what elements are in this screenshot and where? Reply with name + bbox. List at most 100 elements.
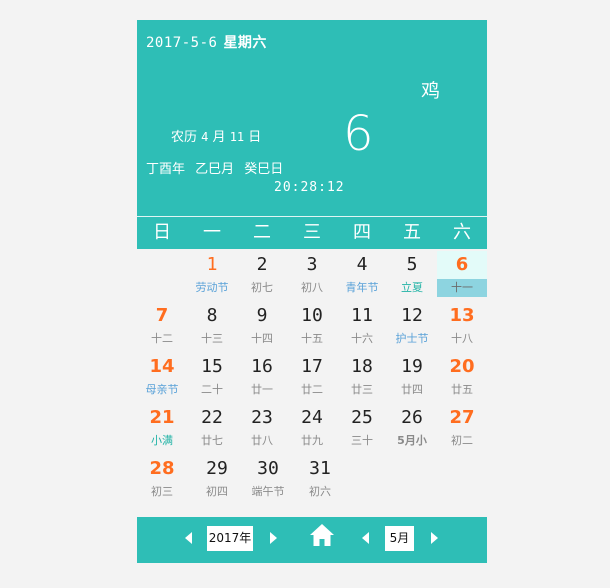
day-lunar: 廿五 <box>451 383 473 396</box>
day-number: 29 <box>206 458 228 479</box>
day-cell[interactable]: 5 立夏 <box>387 251 437 302</box>
day-number: 25 <box>351 407 373 428</box>
day-number: 11 <box>351 305 373 326</box>
day-lunar: 初二 <box>451 434 473 447</box>
day-cell[interactable]: 15 二十 <box>187 353 237 404</box>
day-lunar: 初八 <box>301 281 323 294</box>
next-year-button[interactable] <box>270 532 277 544</box>
day-lunar: 初四 <box>206 485 228 498</box>
day-number: 6 <box>437 251 487 279</box>
day-number: 21 <box>149 407 175 428</box>
day-cell[interactable]: 18 廿三 <box>337 353 387 404</box>
lunar-day-unit: 日 <box>248 130 262 145</box>
current-date: 2017-5-6 星期六 <box>146 32 267 52</box>
day-lunar: 十五 <box>301 332 323 345</box>
day-lunar: 十三 <box>201 332 223 345</box>
day-cell[interactable]: 7 十二 <box>137 302 187 353</box>
day-cell[interactable]: 31 初六 <box>295 455 345 506</box>
day-lunar: 母亲节 <box>145 383 179 396</box>
lunar-day: 11 <box>229 130 245 144</box>
day-number: 13 <box>449 305 475 326</box>
day-cell[interactable]: 30 端午节 <box>243 455 293 506</box>
day-cell[interactable]: 26 5月小 <box>387 404 437 455</box>
day-lunar: 5月小 <box>397 434 427 447</box>
day-number: 5 <box>406 254 418 275</box>
day-lunar: 廿八 <box>251 434 273 447</box>
weekday-wed: 三 <box>303 222 321 243</box>
day-cell[interactable]: 29 初四 <box>192 455 242 506</box>
day-number: 17 <box>301 356 323 377</box>
weekday-sun: 日 <box>153 222 171 243</box>
day-cell[interactable]: 17 廿二 <box>287 353 337 404</box>
day-grid: 1 劳动节 2 初七 3 初八 4 青年节 5 立夏 6 十一 7 十二 8 十三 9 十四 10… <box>137 249 487 517</box>
day-number: 19 <box>401 356 423 377</box>
day-lunar: 劳动节 <box>195 281 229 294</box>
weekday-mon: 一 <box>203 222 221 243</box>
day-cell[interactable]: 21 小满 <box>137 404 187 455</box>
day-cell[interactable]: 24 廿九 <box>287 404 337 455</box>
day-number: 1 <box>206 254 218 275</box>
day-lunar: 十一 <box>437 279 487 297</box>
weekday-fri: 五 <box>403 222 421 243</box>
day-cell[interactable]: 22 廿七 <box>187 404 237 455</box>
day-cell[interactable]: 2 初七 <box>237 251 287 302</box>
prev-month-button[interactable] <box>362 532 369 544</box>
day-lunar: 十六 <box>351 332 373 345</box>
day-number: 12 <box>401 305 423 326</box>
prev-year-button[interactable] <box>185 532 192 544</box>
day-cell[interactable]: 28 初三 <box>137 455 187 506</box>
day-number: 15 <box>201 356 223 377</box>
day-cell[interactable]: 3 初八 <box>287 251 337 302</box>
year-select[interactable]: 2017年 <box>207 526 253 551</box>
day-number: 28 <box>149 458 175 479</box>
day-cell[interactable]: 25 三十 <box>337 404 387 455</box>
day-cell[interactable]: 10 十五 <box>287 302 337 353</box>
day-cell[interactable]: 16 廿一 <box>237 353 287 404</box>
ganzhi-date: 丁酉年 乙巳月 癸巳日 <box>146 162 284 177</box>
day-number: 3 <box>306 254 318 275</box>
day-lunar: 护士节 <box>395 332 429 345</box>
day-number: 14 <box>149 356 175 377</box>
day-cell[interactable]: 14 母亲节 <box>137 353 187 404</box>
day-cell[interactable]: 9 十四 <box>237 302 287 353</box>
day-number: 8 <box>206 305 218 326</box>
day-number: 24 <box>301 407 323 428</box>
day-cell[interactable]: 4 青年节 <box>337 251 387 302</box>
day-number: 7 <box>155 305 169 326</box>
day-cell[interactable]: 1 劳动节 <box>187 251 237 302</box>
day-lunar: 廿二 <box>301 383 323 396</box>
day-lunar: 十八 <box>451 332 473 345</box>
day-cell[interactable]: 13 十八 <box>437 302 487 353</box>
day-number: 4 <box>356 254 368 275</box>
home-icon[interactable] <box>309 523 335 547</box>
current-date-value: 2017-5-6 <box>146 35 218 51</box>
day-cell-today[interactable]: 6 十一 <box>437 251 487 302</box>
weekday-sat: 六 <box>453 222 471 243</box>
day-number: 2 <box>256 254 268 275</box>
day-number: 31 <box>309 458 331 479</box>
day-cell[interactable]: 20 廿五 <box>437 353 487 404</box>
day-cell[interactable]: 23 廿八 <box>237 404 287 455</box>
day-number: 30 <box>257 458 279 479</box>
day-number: 26 <box>401 407 423 428</box>
day-cell[interactable]: 12 护士节 <box>387 302 437 353</box>
day-lunar: 端午节 <box>251 485 285 498</box>
month-select[interactable]: 5月 <box>385 526 414 551</box>
day-number: 22 <box>201 407 223 428</box>
current-weekday: 星期六 <box>223 35 267 51</box>
day-cell[interactable]: 19 廿四 <box>387 353 437 404</box>
day-number: 20 <box>449 356 475 377</box>
day-lunar: 十四 <box>251 332 273 345</box>
next-month-button[interactable] <box>431 532 438 544</box>
day-lunar: 初三 <box>151 485 173 498</box>
day-cell[interactable]: 11 十六 <box>337 302 387 353</box>
day-cell[interactable]: 27 初二 <box>437 404 487 455</box>
day-lunar: 小满 <box>151 434 173 447</box>
day-number: 16 <box>251 356 273 377</box>
lunar-date: 农历 4 月 11 日 <box>171 126 261 145</box>
day-number: 27 <box>449 407 475 428</box>
day-lunar: 立夏 <box>401 281 423 294</box>
clock-time: 20:28:12 <box>274 180 345 195</box>
day-number: 23 <box>251 407 273 428</box>
day-cell[interactable]: 8 十三 <box>187 302 237 353</box>
